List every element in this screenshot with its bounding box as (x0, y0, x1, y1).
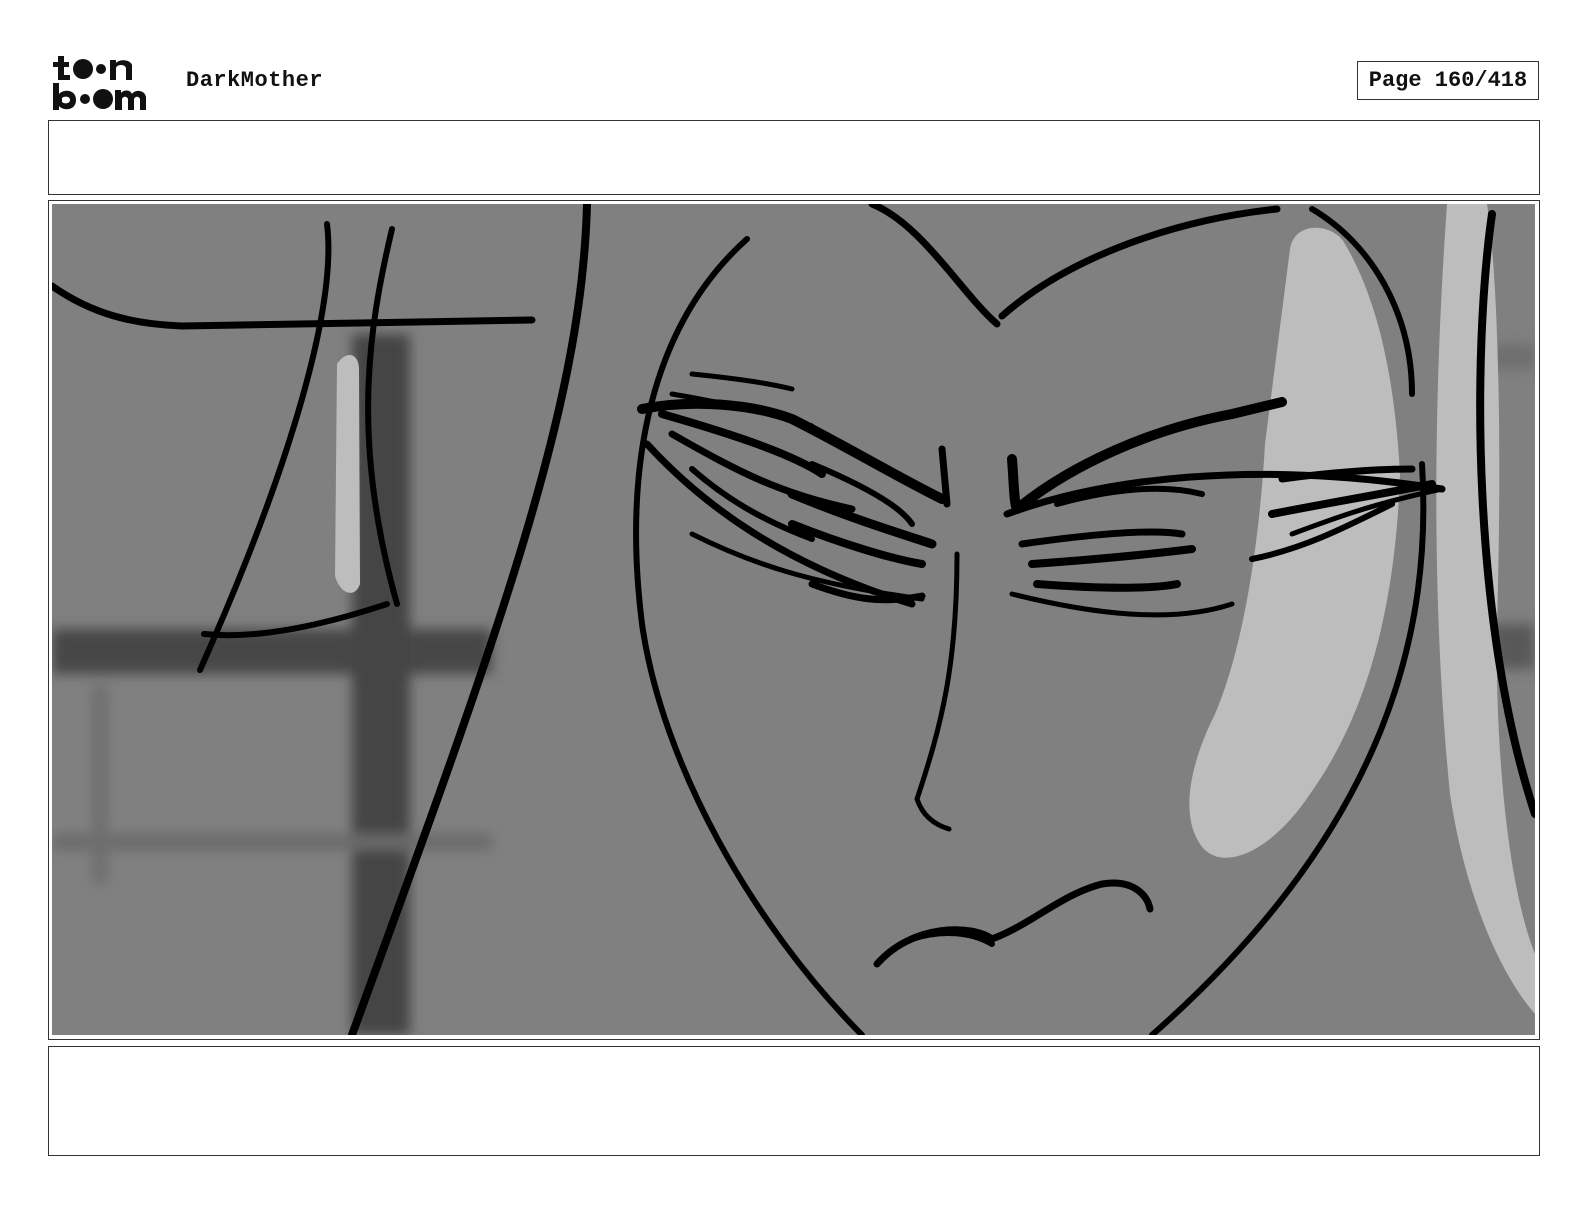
toonboom-logo-icon (53, 56, 146, 110)
panel-drawing (52, 204, 1535, 1035)
storyboard-panel (48, 200, 1540, 1040)
project-title: DarkMother (186, 68, 324, 93)
top-notes-box (48, 120, 1540, 195)
page-counter: Page 160/418 (1357, 61, 1539, 100)
bottom-notes-box (48, 1046, 1540, 1156)
